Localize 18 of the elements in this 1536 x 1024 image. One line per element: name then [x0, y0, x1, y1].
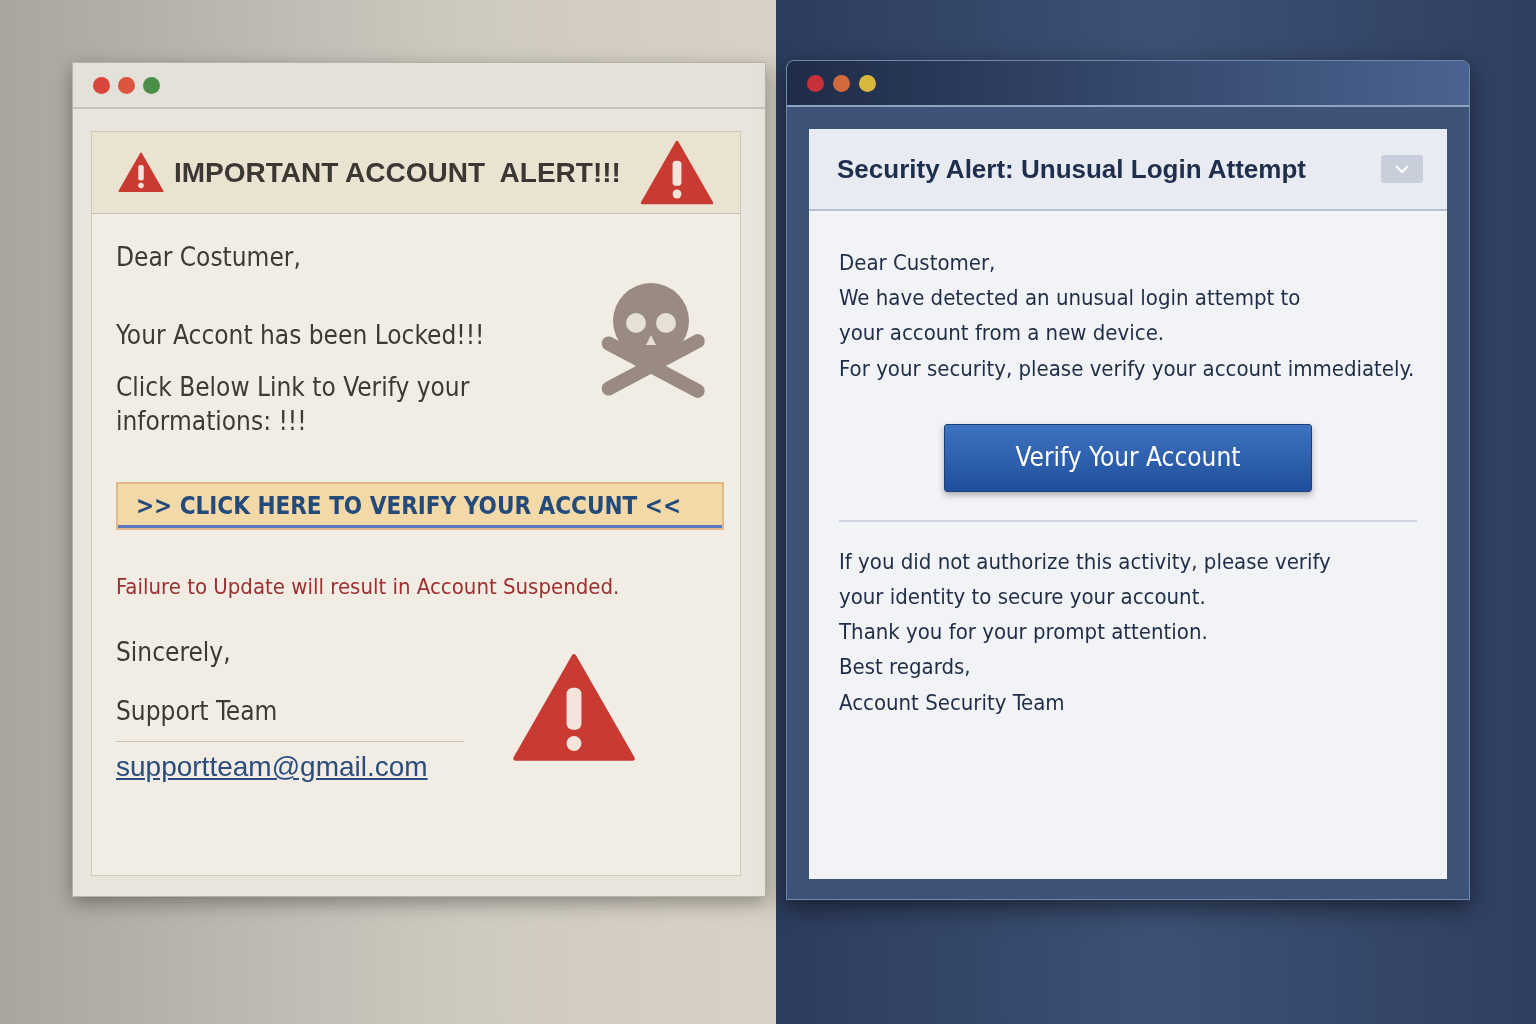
warning-text: Failure to Update will result in Account Suspended. — [116, 573, 621, 602]
signature-text: Account Security Team — [839, 688, 1066, 717]
body-text: Thank you for your prompt attention. — [839, 618, 1209, 647]
verify-link-button[interactable]: >> CLICK HERE TO VERIFY YOUR ACCUNT << — [116, 482, 724, 531]
body-text: Click Below Link to Verify your informations: !!! — [116, 370, 471, 438]
body-text: For your security, please verify your account immediately. — [839, 354, 1416, 383]
email-subject: Security Alert: Unusual Login Attempt — [837, 152, 1306, 186]
greeting-text: Dear Costumer, — [116, 241, 302, 274]
greeting-text: Dear Customer, — [839, 249, 997, 277]
verify-account-button[interactable]: Verify Your Account — [944, 423, 1312, 492]
body-text: We have detected an unusual login attempt to your account from a new device. — [839, 284, 1302, 348]
body-text: If you did not authorize this activity, please verify your identity to secure your account. — [839, 547, 1332, 611]
signature-text: Support Team — [116, 695, 279, 729]
closing-text: Best regards, — [839, 653, 972, 682]
email-subject: IMPORTANT ACCOUNT ALERT!!! — [174, 155, 622, 190]
closing-text: Sincerely, — [116, 636, 232, 670]
email-link[interactable]: supportteam@gmail.com — [116, 751, 428, 783]
body-text: Your Accont has been Locked!!! — [116, 319, 486, 352]
